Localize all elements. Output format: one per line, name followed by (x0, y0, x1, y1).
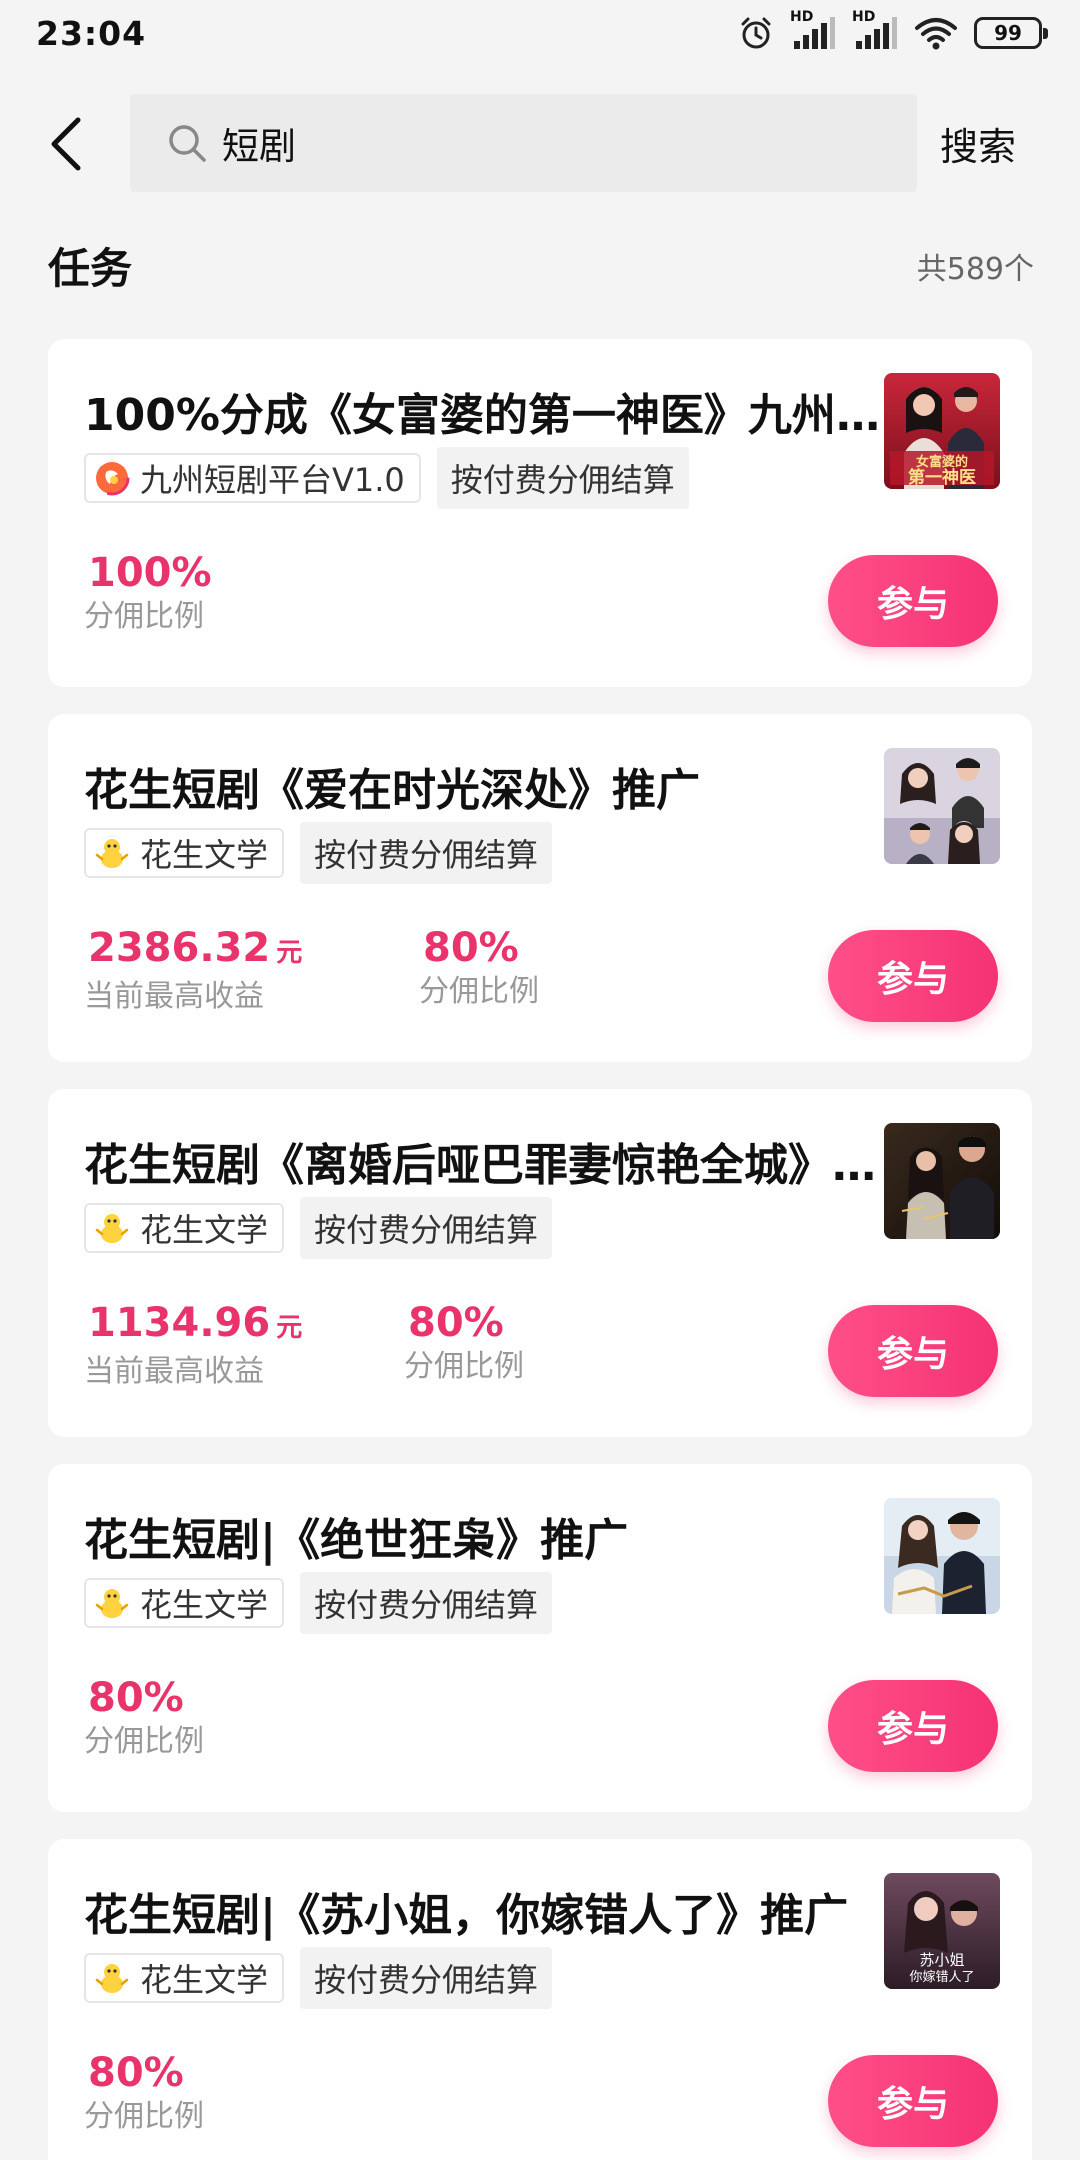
signal-icon: HD (852, 9, 898, 51)
platform-name: 花生文学 (140, 1211, 269, 1249)
earnings-label: 当前最高收益 (84, 1354, 264, 1389)
earnings-value: 1134.96 (88, 1300, 271, 1346)
settlement-tag: 按付费分佣结算 (300, 1197, 553, 1259)
task-stats: 1134.96 元 当前最高收益 80% 分佣比例 (84, 1299, 524, 1392)
platform-tag: 花生文学 (84, 1953, 285, 2003)
platform-name: 花生文学 (140, 1586, 269, 1624)
poster-image[interactable] (884, 748, 1000, 864)
task-title: 100%分成《女富婆的第一神医》九州短剧 (84, 390, 904, 441)
platform-tag: 九州短剧平台V1.0 (84, 453, 421, 503)
status-time: 23:04 (36, 13, 147, 53)
currency-unit: 元 (276, 1313, 303, 1343)
peanut-logo-icon (95, 1214, 129, 1243)
task-tags: 花生文学 按付费分佣结算 (84, 822, 553, 884)
task-card[interactable]: 100%分成《女富婆的第一神医》九州短剧 九州短剧平台V1.0 按付费分佣结算 … (48, 339, 1032, 687)
task-stats: 2386.32 元 当前最高收益 80% 分佣比例 (84, 924, 539, 1017)
task-tags: 花生文学 按付费分佣结算 (84, 1197, 553, 1259)
commission-label: 分佣比例 (84, 1724, 204, 1759)
commission-label: 分佣比例 (404, 1349, 524, 1384)
task-title: 花生短剧|《绝世狂枭》推广 (84, 1515, 629, 1566)
platform-tag: 花生文学 (84, 828, 285, 878)
max-earnings: 2386.32 元 (84, 924, 419, 977)
back-arrow-icon (51, 117, 81, 171)
battery-level: 99 (994, 21, 1022, 45)
settlement-tag: 按付费分佣结算 (436, 447, 689, 509)
platform-tag: 花生文学 (84, 1578, 285, 1628)
battery-icon: 99 (974, 17, 1048, 49)
commission-rate: 80% (408, 1300, 504, 1346)
commission-rate: 80% (88, 1675, 184, 1721)
alarm-clock-icon (738, 15, 774, 51)
task-stats: 80% 分佣比例 (84, 2049, 384, 2137)
poster-caption: 苏小姐 (919, 1951, 964, 1969)
commission-label: 分佣比例 (84, 2099, 204, 2134)
wifi-icon (914, 15, 958, 51)
poster-caption: 你嫁错人了 (909, 1970, 974, 1985)
commission-label: 分佣比例 (84, 599, 204, 634)
stat-commission: 80% 分佣比例 (84, 2049, 384, 2137)
back-button[interactable] (38, 106, 94, 182)
platform-name: 花生文学 (140, 1961, 269, 1999)
stat-commission: 80% 分佣比例 (84, 1674, 384, 1762)
peanut-logo-icon (95, 1964, 129, 1993)
join-button[interactable]: 参与 (828, 2055, 998, 2147)
join-button[interactable]: 参与 (828, 930, 998, 1022)
platform-name: 花生文学 (140, 836, 269, 874)
earnings-value: 2386.32 (88, 925, 271, 971)
task-card[interactable]: 花生短剧|《苏小姐，你嫁错人了》推广 花生文学 按付费分佣结算 80% 分佣比例… (48, 1839, 1032, 2160)
join-button[interactable]: 参与 (828, 1680, 998, 1772)
search-button[interactable]: 搜索 (940, 108, 1016, 178)
commission-rate: 80% (88, 2050, 184, 2096)
peanut-logo-icon (95, 839, 129, 868)
settlement-tag: 按付费分佣结算 (300, 1947, 553, 2009)
poster-image[interactable] (884, 1498, 1000, 1614)
stat-earnings: 1134.96 元 当前最高收益 (84, 1299, 404, 1392)
task-card[interactable]: 花生短剧|《绝世狂枭》推广 花生文学 按付费分佣结算 80% 分佣比例 参与 (48, 1464, 1032, 1812)
platform-tag: 花生文学 (84, 1203, 285, 1253)
commission-rate: 80% (423, 925, 519, 971)
platform-name: 九州短剧平台V1.0 (140, 461, 405, 499)
search-header: 搜索 (0, 94, 1080, 194)
task-title: 花生短剧《爱在时光深处》推广 (84, 765, 700, 816)
join-button[interactable]: 参与 (828, 555, 998, 647)
network-label: HD (790, 9, 814, 25)
search-icon (169, 125, 206, 162)
task-title: 花生短剧《离婚后哑巴罪妻惊艳全城》推广 (84, 1140, 904, 1191)
search-input[interactable] (222, 121, 822, 165)
commission-rate: 100% (88, 550, 212, 596)
stat-earnings: 2386.32 元 当前最高收益 (84, 924, 419, 1017)
poster-caption: 第一神医 (908, 467, 976, 488)
task-card[interactable]: 花生短剧《爱在时光深处》推广 花生文学 按付费分佣结算 2386.32 元 当前最… (48, 714, 1032, 1062)
task-tags: 花生文学 按付费分佣结算 (84, 1572, 553, 1634)
peanut-logo-icon (95, 1589, 129, 1618)
earnings-label: 当前最高收益 (84, 979, 264, 1014)
poster-image[interactable]: 女富婆的 第一神医 (884, 373, 1000, 489)
signal-icon: HD (790, 9, 836, 51)
task-tags: 花生文学 按付费分佣结算 (84, 1947, 553, 2009)
join-button[interactable]: 参与 (828, 1305, 998, 1397)
stat-commission: 80% 分佣比例 (404, 1299, 524, 1392)
poster-image[interactable] (884, 1123, 1000, 1239)
max-earnings: 1134.96 元 (84, 1299, 404, 1352)
task-tags: 九州短剧平台V1.0 按付费分佣结算 (84, 447, 689, 509)
network-label: HD (852, 9, 876, 25)
stat-commission: 80% 分佣比例 (419, 924, 539, 1017)
search-box[interactable] (130, 94, 917, 192)
poster-image[interactable]: 苏小姐 你嫁错人了 (884, 1873, 1000, 1989)
status-bar: 23:04 HD HD 99 (0, 0, 1080, 66)
task-card[interactable]: 花生短剧《离婚后哑巴罪妻惊艳全城》推广 花生文学 按付费分佣结算 1134.96… (48, 1089, 1032, 1437)
status-icons: HD HD 99 (738, 9, 1048, 51)
currency-unit: 元 (276, 938, 303, 968)
task-stats: 100% 分佣比例 (84, 549, 384, 637)
task-stats: 80% 分佣比例 (84, 1674, 384, 1762)
stat-commission: 100% 分佣比例 (84, 549, 384, 637)
result-count: 共589个 (916, 252, 1034, 287)
settlement-tag: 按付费分佣结算 (300, 1572, 553, 1634)
section-title: 任务 (48, 244, 133, 293)
commission-label: 分佣比例 (419, 974, 539, 1009)
settlement-tag: 按付费分佣结算 (300, 822, 553, 884)
task-title: 花生短剧|《苏小姐，你嫁错人了》推广 (84, 1890, 849, 1941)
jiuzhou-logo-icon (94, 460, 130, 496)
